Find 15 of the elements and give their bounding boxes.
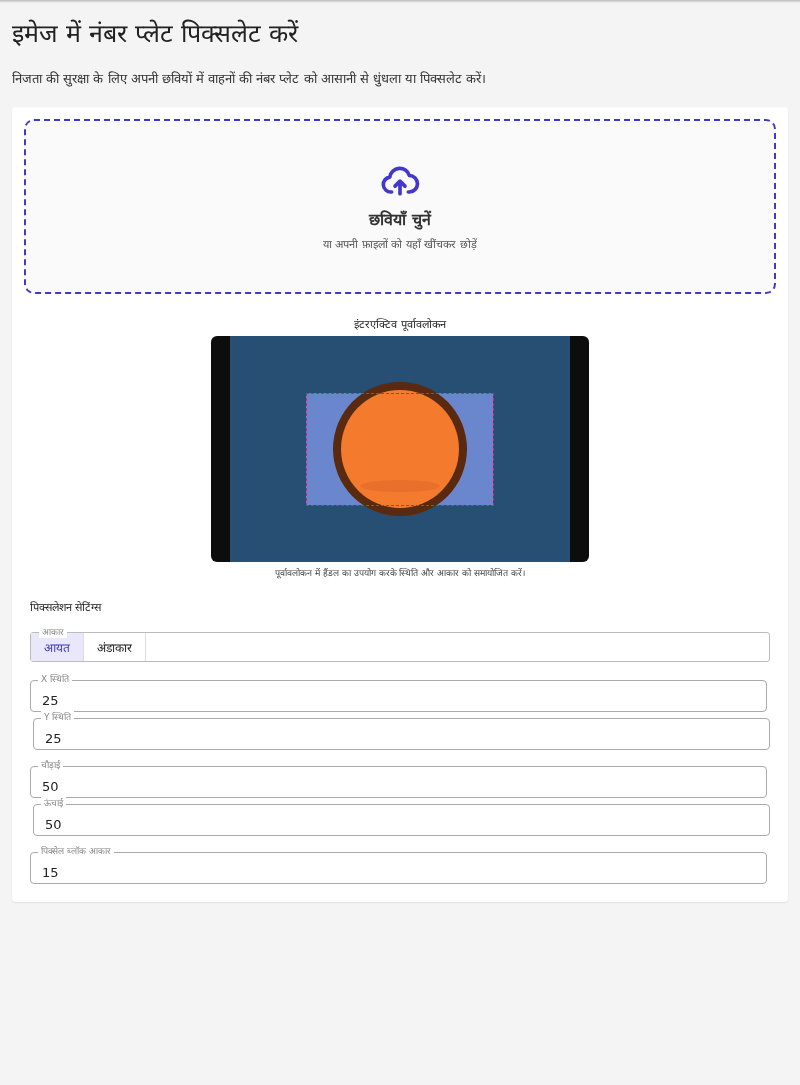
settings-title: पिक्सलेशन सेटिंग्स [30, 600, 103, 614]
upload-hint: या अपनी फ़ाइलों को यहाँ खींचकर छोड़ें [323, 237, 477, 251]
field-label: Y स्थिति [41, 711, 75, 723]
upload-dropzone[interactable]: छवियाँ चुनें या अपनी फ़ाइलों को यहाँ खींचकर छोड़ें [24, 119, 776, 294]
page-title: इमेज में नंबर प्लेट पिक्सलेट करें [12, 18, 300, 49]
page-description: निजता की सुरक्षा के लिए अपनी छवियों में वाहनों की नंबर प्लेट को आसानी से धुंधला या पिक्सलेट करें। [12, 70, 488, 87]
field-label: चौड़ाई [38, 759, 63, 771]
field-label: पिक्सेल ब्लॉक आकार [38, 845, 114, 857]
field-label: ऊंचाई [41, 797, 66, 809]
upload-title: छवियाँ चुनें [369, 209, 431, 230]
field-label: X स्थिति [38, 673, 73, 685]
shape-label: आकार [39, 626, 67, 638]
preview-title: इंटरएक्टिव पूर्वावलोकन [353, 317, 448, 331]
preview-caption: पूर्वावलोकन में हैंडल का उपयोग करके स्थिति और आकार को समायोजित करें। [274, 567, 526, 579]
selection-rectangle[interactable] [306, 393, 494, 506]
